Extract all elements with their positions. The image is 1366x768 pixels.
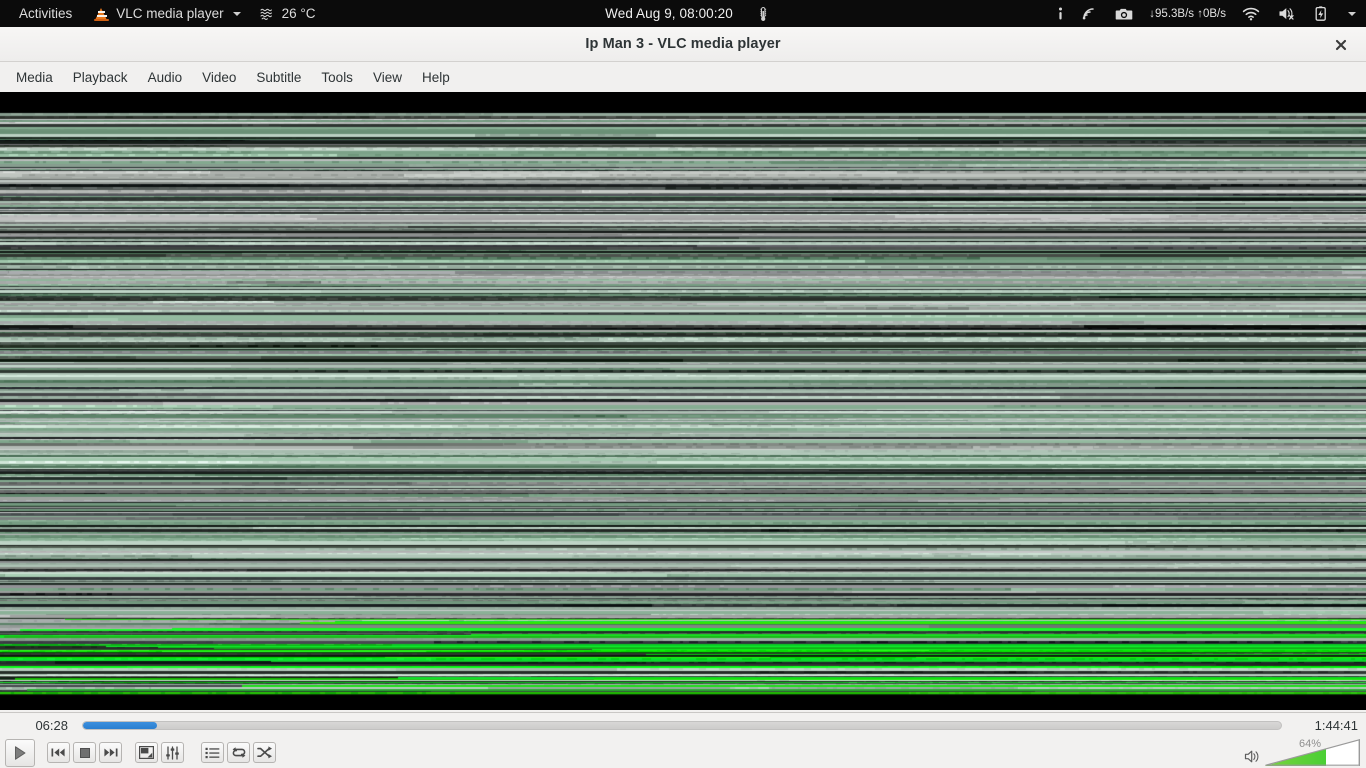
play-button[interactable] bbox=[5, 738, 35, 767]
next-button[interactable] bbox=[99, 742, 122, 763]
battery-charging-icon[interactable] bbox=[1305, 0, 1337, 27]
top-bar-right: ↓95.3B/s ↑0B/s bbox=[1049, 0, 1360, 27]
menu-media[interactable]: Media bbox=[6, 66, 63, 89]
volume-muted-icon[interactable] bbox=[1269, 0, 1305, 27]
elapsed-time[interactable]: 06:28 bbox=[8, 718, 72, 733]
speaker-icon[interactable] bbox=[1244, 749, 1261, 764]
wifi-icon[interactable] bbox=[1233, 0, 1269, 27]
loop-button[interactable] bbox=[227, 742, 250, 763]
menu-subtitle[interactable]: Subtitle bbox=[246, 66, 311, 89]
total-time[interactable]: 1:44:41 bbox=[1292, 718, 1358, 733]
weather-indicator[interactable]: 26 °C bbox=[250, 0, 325, 27]
menu-view[interactable]: View bbox=[363, 66, 412, 89]
temperature-label: 26 °C bbox=[281, 6, 316, 21]
activities-label: Activities bbox=[19, 6, 73, 21]
window-titlebar: Ip Man 3 - VLC media player bbox=[0, 27, 1366, 62]
system-menu-chevron-icon[interactable] bbox=[1337, 0, 1360, 27]
activities-button[interactable]: Activities bbox=[9, 0, 85, 27]
window-title: Ip Man 3 - VLC media player bbox=[585, 36, 781, 52]
control-bar: 06:28 1:44:41 64% bbox=[0, 712, 1366, 768]
stop-button[interactable] bbox=[73, 742, 96, 763]
thermometer-icon[interactable] bbox=[756, 6, 770, 22]
camera-icon[interactable] bbox=[1106, 0, 1142, 27]
menu-tools[interactable]: Tools bbox=[311, 66, 363, 89]
screen: Activities VLC media player 26 °C Wed Au… bbox=[0, 0, 1366, 768]
playlist-button[interactable] bbox=[201, 742, 224, 763]
vlc-cone-icon bbox=[94, 6, 110, 22]
video-frame bbox=[0, 93, 1366, 710]
app-menu-label: VLC media player bbox=[116, 6, 224, 21]
network-speed-label[interactable]: ↓95.3B/s ↑0B/s bbox=[1142, 8, 1233, 20]
volume-percent-label: 64% bbox=[1299, 738, 1322, 750]
weather-fog-icon bbox=[259, 7, 275, 21]
seek-progress-fill bbox=[83, 721, 158, 729]
volume-control[interactable]: 64% bbox=[1244, 738, 1360, 766]
seek-slider[interactable] bbox=[82, 720, 1282, 730]
menu-playback[interactable]: Playback bbox=[63, 66, 138, 89]
button-row: 64% bbox=[0, 737, 1366, 768]
video-output[interactable] bbox=[0, 93, 1366, 710]
top-bar-left: Activities VLC media player 26 °C bbox=[0, 0, 325, 27]
gnome-top-bar: Activities VLC media player 26 °C Wed Au… bbox=[0, 0, 1366, 27]
vlc-window: Ip Man 3 - VLC media player Media Playba… bbox=[0, 27, 1366, 768]
volume-slider[interactable]: 64% bbox=[1265, 738, 1360, 766]
app-menu-button[interactable]: VLC media player bbox=[85, 0, 249, 27]
clock-label: Wed Aug 9, 08:00:20 bbox=[605, 6, 733, 21]
fullscreen-button[interactable] bbox=[135, 742, 158, 763]
info-icon[interactable] bbox=[1049, 0, 1072, 27]
menu-help[interactable]: Help bbox=[412, 66, 460, 89]
shuffle-button[interactable] bbox=[253, 742, 276, 763]
extended-settings-button[interactable] bbox=[161, 742, 184, 763]
previous-button[interactable] bbox=[47, 742, 70, 763]
clock-button[interactable]: Wed Aug 9, 08:00:20 bbox=[596, 0, 742, 27]
menu-audio[interactable]: Audio bbox=[138, 66, 193, 89]
close-icon[interactable] bbox=[1326, 27, 1356, 62]
chevron-down-icon bbox=[232, 11, 241, 16]
network-broadcast-icon[interactable] bbox=[1072, 0, 1106, 27]
seek-row: 06:28 1:44:41 bbox=[0, 713, 1366, 737]
menu-video[interactable]: Video bbox=[192, 66, 246, 89]
menu-bar: Media Playback Audio Video Subtitle Tool… bbox=[0, 62, 1366, 93]
